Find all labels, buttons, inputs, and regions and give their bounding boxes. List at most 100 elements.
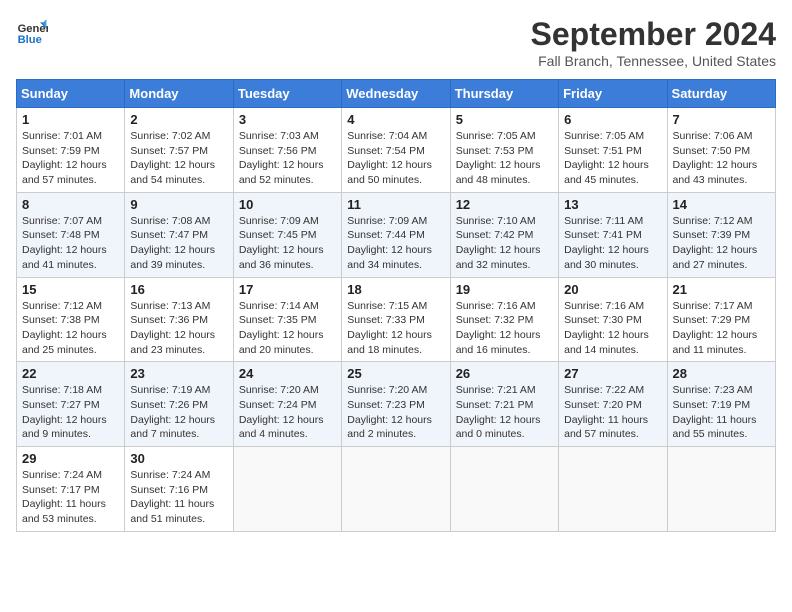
day-number: 14	[673, 197, 770, 212]
day-detail: Sunrise: 7:15 AMSunset: 7:33 PMDaylight:…	[347, 300, 432, 356]
calendar-cell: 8 Sunrise: 7:07 AMSunset: 7:48 PMDaylight…	[17, 192, 125, 277]
calendar-cell: 3 Sunrise: 7:03 AMSunset: 7:56 PMDaylight…	[233, 108, 341, 193]
day-detail: Sunrise: 7:24 AMSunset: 7:17 PMDaylight:…	[22, 469, 106, 525]
day-detail: Sunrise: 7:19 AMSunset: 7:26 PMDaylight:…	[130, 384, 215, 440]
calendar-body: 1 Sunrise: 7:01 AMSunset: 7:59 PMDaylight…	[17, 108, 776, 532]
day-detail: Sunrise: 7:18 AMSunset: 7:27 PMDaylight:…	[22, 384, 107, 440]
calendar-cell	[559, 447, 667, 532]
day-detail: Sunrise: 7:09 AMSunset: 7:45 PMDaylight:…	[239, 215, 324, 271]
calendar-cell: 26 Sunrise: 7:21 AMSunset: 7:21 PMDayligh…	[450, 362, 558, 447]
day-number: 5	[456, 112, 553, 127]
day-number: 4	[347, 112, 444, 127]
logo-icon: General Blue	[16, 16, 48, 48]
weekday-header-wednesday: Wednesday	[342, 80, 450, 108]
calendar-cell: 21Sunrise: 7:17 AMSunset: 7:29 PMDayligh…	[667, 277, 775, 362]
day-number: 26	[456, 366, 553, 381]
day-number: 9	[130, 197, 227, 212]
day-number: 18	[347, 282, 444, 297]
calendar-table: SundayMondayTuesdayWednesdayThursdayFrid…	[16, 79, 776, 532]
day-detail: Sunrise: 7:01 AMSunset: 7:59 PMDaylight:…	[22, 130, 107, 186]
day-detail: Sunrise: 7:22 AMSunset: 7:20 PMDaylight:…	[564, 384, 648, 440]
day-detail: Sunrise: 7:23 AMSunset: 7:19 PMDaylight:…	[673, 384, 757, 440]
day-detail: Sunrise: 7:04 AMSunset: 7:54 PMDaylight:…	[347, 130, 432, 186]
calendar-cell: 24 Sunrise: 7:20 AMSunset: 7:24 PMDayligh…	[233, 362, 341, 447]
calendar-cell: 19 Sunrise: 7:16 AMSunset: 7:32 PMDayligh…	[450, 277, 558, 362]
calendar-week-row: 8 Sunrise: 7:07 AMSunset: 7:48 PMDaylight…	[17, 192, 776, 277]
day-detail: Sunrise: 7:13 AMSunset: 7:36 PMDaylight:…	[130, 300, 215, 356]
weekday-header-saturday: Saturday	[667, 80, 775, 108]
calendar-cell: 4 Sunrise: 7:04 AMSunset: 7:54 PMDaylight…	[342, 108, 450, 193]
calendar-cell: 7Sunrise: 7:06 AMSunset: 7:50 PMDaylight…	[667, 108, 775, 193]
day-detail: Sunrise: 7:21 AMSunset: 7:21 PMDaylight:…	[456, 384, 541, 440]
weekday-header-thursday: Thursday	[450, 80, 558, 108]
calendar-week-row: 15 Sunrise: 7:12 AMSunset: 7:38 PMDayligh…	[17, 277, 776, 362]
day-number: 12	[456, 197, 553, 212]
day-detail: Sunrise: 7:09 AMSunset: 7:44 PMDaylight:…	[347, 215, 432, 271]
day-detail: Sunrise: 7:11 AMSunset: 7:41 PMDaylight:…	[564, 215, 649, 271]
day-detail: Sunrise: 7:14 AMSunset: 7:35 PMDaylight:…	[239, 300, 324, 356]
day-number: 3	[239, 112, 336, 127]
calendar-cell: 20Sunrise: 7:16 AMSunset: 7:30 PMDayligh…	[559, 277, 667, 362]
calendar-cell: 16 Sunrise: 7:13 AMSunset: 7:36 PMDayligh…	[125, 277, 233, 362]
day-detail: Sunrise: 7:24 AMSunset: 7:16 PMDaylight:…	[130, 469, 214, 525]
calendar-cell: 14 Sunrise: 7:12 AMSunset: 7:39 PMDayligh…	[667, 192, 775, 277]
day-detail: Sunrise: 7:05 AMSunset: 7:53 PMDaylight:…	[456, 130, 541, 186]
location-subtitle: Fall Branch, Tennessee, United States	[531, 53, 776, 69]
calendar-week-row: 29 Sunrise: 7:24 AMSunset: 7:17 PMDayligh…	[17, 447, 776, 532]
calendar-cell: 15 Sunrise: 7:12 AMSunset: 7:38 PMDayligh…	[17, 277, 125, 362]
day-number: 15	[22, 282, 119, 297]
day-detail: Sunrise: 7:12 AMSunset: 7:38 PMDaylight:…	[22, 300, 107, 356]
day-number: 13	[564, 197, 661, 212]
day-number: 8	[22, 197, 119, 212]
logo: General Blue	[16, 16, 48, 48]
calendar-cell	[233, 447, 341, 532]
day-number: 29	[22, 451, 119, 466]
svg-text:Blue: Blue	[18, 34, 42, 46]
calendar-cell: 28 Sunrise: 7:23 AMSunset: 7:19 PMDayligh…	[667, 362, 775, 447]
day-detail: Sunrise: 7:08 AMSunset: 7:47 PMDaylight:…	[130, 215, 215, 271]
weekday-header-sunday: Sunday	[17, 80, 125, 108]
weekday-header-friday: Friday	[559, 80, 667, 108]
calendar-cell: 18 Sunrise: 7:15 AMSunset: 7:33 PMDayligh…	[342, 277, 450, 362]
day-number: 25	[347, 366, 444, 381]
day-detail: Sunrise: 7:02 AMSunset: 7:57 PMDaylight:…	[130, 130, 215, 186]
calendar-cell: 22Sunrise: 7:18 AMSunset: 7:27 PMDayligh…	[17, 362, 125, 447]
day-detail: Sunrise: 7:20 AMSunset: 7:24 PMDaylight:…	[239, 384, 324, 440]
day-number: 17	[239, 282, 336, 297]
day-detail: Sunrise: 7:12 AMSunset: 7:39 PMDaylight:…	[673, 215, 758, 271]
day-detail: Sunrise: 7:03 AMSunset: 7:56 PMDaylight:…	[239, 130, 324, 186]
day-detail: Sunrise: 7:07 AMSunset: 7:48 PMDaylight:…	[22, 215, 107, 271]
calendar-cell: 17 Sunrise: 7:14 AMSunset: 7:35 PMDayligh…	[233, 277, 341, 362]
day-number: 2	[130, 112, 227, 127]
day-number: 1	[22, 112, 119, 127]
day-number: 19	[456, 282, 553, 297]
day-number: 16	[130, 282, 227, 297]
day-number: 30	[130, 451, 227, 466]
day-detail: Sunrise: 7:05 AMSunset: 7:51 PMDaylight:…	[564, 130, 649, 186]
day-detail: Sunrise: 7:10 AMSunset: 7:42 PMDaylight:…	[456, 215, 541, 271]
calendar-cell: 11Sunrise: 7:09 AMSunset: 7:44 PMDayligh…	[342, 192, 450, 277]
calendar-cell: 12 Sunrise: 7:10 AMSunset: 7:42 PMDayligh…	[450, 192, 558, 277]
calendar-cell: 30 Sunrise: 7:24 AMSunset: 7:16 PMDayligh…	[125, 447, 233, 532]
calendar-cell: 10Sunrise: 7:09 AMSunset: 7:45 PMDayligh…	[233, 192, 341, 277]
calendar-cell: 23 Sunrise: 7:19 AMSunset: 7:26 PMDayligh…	[125, 362, 233, 447]
calendar-cell: 6 Sunrise: 7:05 AMSunset: 7:51 PMDaylight…	[559, 108, 667, 193]
calendar-cell	[342, 447, 450, 532]
title-area: September 2024 Fall Branch, Tennessee, U…	[531, 16, 776, 69]
day-number: 23	[130, 366, 227, 381]
calendar-cell: 1 Sunrise: 7:01 AMSunset: 7:59 PMDaylight…	[17, 108, 125, 193]
calendar-week-row: 1 Sunrise: 7:01 AMSunset: 7:59 PMDaylight…	[17, 108, 776, 193]
day-detail: Sunrise: 7:16 AMSunset: 7:32 PMDaylight:…	[456, 300, 541, 356]
day-number: 27	[564, 366, 661, 381]
day-number: 24	[239, 366, 336, 381]
day-number: 6	[564, 112, 661, 127]
weekday-header-monday: Monday	[125, 80, 233, 108]
day-detail: Sunrise: 7:06 AMSunset: 7:50 PMDaylight:…	[673, 130, 758, 186]
page-header: General Blue September 2024 Fall Branch,…	[16, 16, 776, 69]
month-title: September 2024	[531, 16, 776, 53]
calendar-cell: 25Sunrise: 7:20 AMSunset: 7:23 PMDayligh…	[342, 362, 450, 447]
day-number: 28	[673, 366, 770, 381]
weekday-header-tuesday: Tuesday	[233, 80, 341, 108]
calendar-cell	[450, 447, 558, 532]
day-detail: Sunrise: 7:17 AMSunset: 7:29 PMDaylight:…	[673, 300, 758, 356]
